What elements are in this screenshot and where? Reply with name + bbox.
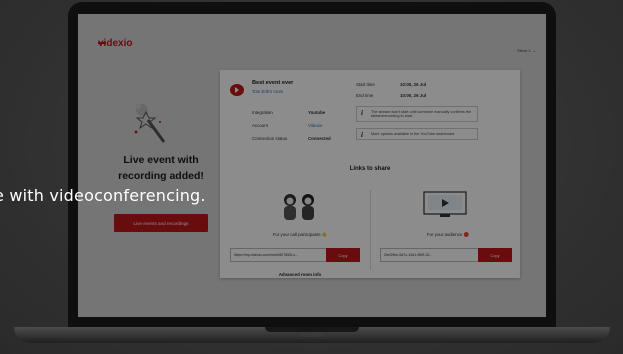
dim-overlay [0, 0, 623, 354]
headline-caption: e with videoconferencing. [0, 186, 206, 205]
